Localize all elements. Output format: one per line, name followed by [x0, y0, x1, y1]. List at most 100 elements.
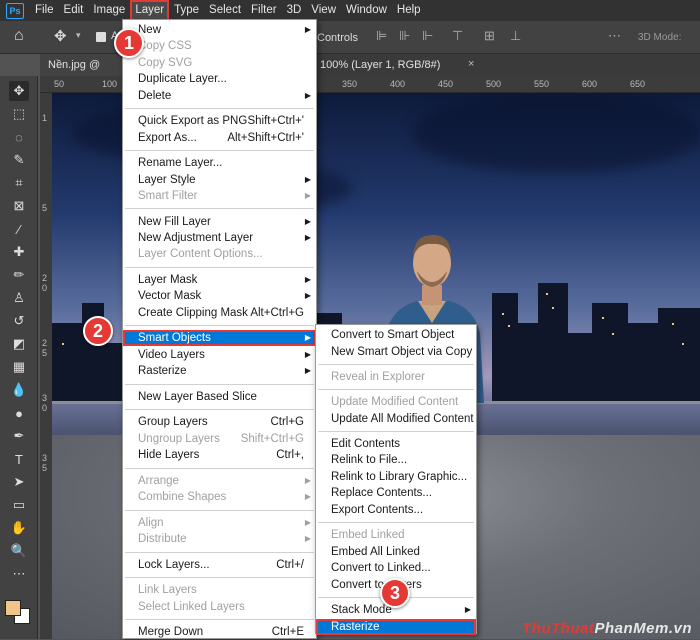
menu-item-export-as[interactable]: Export As... Alt+Shift+Ctrl+'	[123, 130, 316, 146]
brush-tool-icon[interactable]: ✏	[9, 265, 29, 285]
menu-item-label: Layer Style	[138, 173, 196, 186]
menu-item-rename-layer[interactable]: Rename Layer...	[123, 155, 316, 171]
menu-item-label: Copy SVG	[138, 56, 193, 69]
ruler-tick: 650	[630, 79, 646, 89]
menu-item-label: Link Layers	[138, 584, 197, 597]
menu-item-video-layers[interactable]: Video Layers ▶	[123, 347, 316, 363]
move-tool-icon[interactable]: ✥	[54, 27, 67, 45]
align-bottom-icon[interactable]: ⊥	[510, 28, 521, 44]
menu-item-label: Stack Mode	[331, 604, 392, 616]
menu-layer[interactable]: Layer	[130, 0, 170, 21]
menu-item-new-fill-layer[interactable]: New Fill Layer ▶	[123, 214, 316, 230]
healing-brush-tool-icon[interactable]: ✚	[9, 242, 29, 262]
menu-item-relink-to-file[interactable]: Relink to File...	[316, 452, 476, 468]
more-options-icon[interactable]: ⋯	[608, 28, 621, 44]
menu-item-new-smart-object-via-copy[interactable]: New Smart Object via Copy	[316, 344, 476, 360]
menu-item-label: Layer Mask	[138, 274, 198, 286]
blur-tool-icon[interactable]: 💧	[9, 380, 29, 400]
menu-edit[interactable]: Edit	[59, 0, 89, 21]
layer-dropdown-menu: New ▶ Copy CSS Copy SVG Duplicate Layer... De…	[122, 19, 317, 639]
menu-item-smart-objects[interactable]: Smart Objects ▶	[123, 330, 316, 347]
chevron-down-icon[interactable]: ▾	[76, 30, 81, 41]
shortcut-label: Ctrl+G	[270, 416, 304, 429]
menu-item-new-adjustment-layer[interactable]: New Adjustment Layer ▶	[123, 230, 316, 246]
menu-item-vector-mask[interactable]: Vector Mask ▶	[123, 288, 316, 304]
submenu-arrow-icon: ▶	[304, 475, 311, 485]
eyedropper-tool-icon[interactable]: ⁄	[9, 219, 29, 239]
menu-view[interactable]: View	[306, 0, 341, 21]
align-top-icon[interactable]: ⊤	[452, 28, 463, 44]
menu-item-export-contents[interactable]: Export Contents...	[316, 502, 476, 518]
menu-item-merge-down[interactable]: Merge Down Ctrl+E	[123, 624, 316, 640]
menu-select[interactable]: Select	[204, 0, 246, 21]
menu-file[interactable]: File	[30, 0, 59, 21]
rectangle-tool-icon[interactable]: ▭	[9, 495, 29, 515]
menu-item-convert-to-linked[interactable]: Convert to Linked...	[316, 560, 476, 576]
menu-item-create-clipping-mask[interactable]: Create Clipping Mask Alt+Ctrl+G	[123, 305, 316, 321]
submenu-arrow-icon: ▶	[304, 349, 311, 359]
menu-item-new-layer-based-slice[interactable]: New Layer Based Slice	[123, 389, 316, 405]
menu-separator	[125, 409, 314, 411]
shortcut-label: Ctrl+,	[276, 449, 304, 462]
auto-select-checkbox[interactable]	[96, 32, 106, 42]
quick-select-tool-icon[interactable]: ✎	[9, 150, 29, 170]
menu-item-duplicate-layer[interactable]: Duplicate Layer...	[123, 71, 316, 87]
move-tool-icon[interactable]: ✥	[9, 81, 29, 101]
clone-stamp-tool-icon[interactable]: ♙	[9, 288, 29, 308]
align-left-icon[interactable]: ⊫	[376, 28, 387, 44]
menu-item-embed-all-linked[interactable]: Embed All Linked	[316, 544, 476, 560]
ruler-tick: 5	[42, 348, 48, 358]
menu-item-convert-to-smart-object[interactable]: Convert to Smart Object	[316, 327, 476, 343]
menu-help[interactable]: Help	[392, 0, 426, 21]
align-center-icon[interactable]: ⊪	[399, 28, 410, 44]
photoshop-logo-icon[interactable]: Ps	[6, 2, 24, 19]
menu-item-delete[interactable]: Delete ▶	[123, 88, 316, 104]
menu-item-hide-layers[interactable]: Hide Layers Ctrl+,	[123, 447, 316, 463]
menu-item-layer-mask[interactable]: Layer Mask ▶	[123, 272, 316, 288]
pen-tool-icon[interactable]: ✒	[9, 426, 29, 446]
menu-item-relink-to-library-graphic[interactable]: Relink to Library Graphic...	[316, 469, 476, 485]
menu-item-update-all-modified-content[interactable]: Update All Modified Content	[316, 411, 476, 427]
more-tools-icon[interactable]: ⋯	[9, 564, 29, 584]
menu-item-new[interactable]: New ▶	[123, 22, 316, 38]
menu-item-rasterize[interactable]: Rasterize ▶	[123, 363, 316, 379]
cloud	[412, 93, 700, 173]
menu-item-lock-layers[interactable]: Lock Layers... Ctrl+/	[123, 557, 316, 573]
menu-item-layer-style[interactable]: Layer Style ▶	[123, 172, 316, 188]
menu-item-quick-export-as-png[interactable]: Quick Export as PNG Shift+Ctrl+'	[123, 113, 316, 129]
marquee-tool-icon[interactable]: ⬚	[9, 104, 29, 124]
path-select-tool-icon[interactable]: ➤	[9, 472, 29, 492]
menu-filter[interactable]: Filter	[246, 0, 282, 21]
dodge-tool-icon[interactable]: ●	[9, 403, 29, 423]
document-tab-nen[interactable]: Nền.jpg @ 100%	[40, 54, 122, 93]
frame-tool-icon[interactable]: ⊠	[9, 196, 29, 216]
menu-item-replace-contents[interactable]: Replace Contents...	[316, 485, 476, 501]
document-tab-layer1[interactable]: 100% (Layer 1, RGB/8#)	[312, 54, 462, 76]
zoom-tool-icon[interactable]: 🔍	[9, 541, 29, 561]
lasso-tool-icon[interactable]: ◌	[9, 127, 29, 147]
align-right-icon[interactable]: ⊩	[422, 28, 433, 44]
menu-type[interactable]: Type	[169, 0, 204, 21]
menu-item-label: Rasterize	[138, 365, 187, 378]
eraser-tool-icon[interactable]: ◩	[9, 334, 29, 354]
menu-item-group-layers[interactable]: Group Layers Ctrl+G	[123, 414, 316, 430]
home-icon[interactable]: ⌂	[14, 27, 24, 45]
menu-item-ungroup-layers: Ungroup Layers Shift+Ctrl+G	[123, 431, 316, 447]
close-tab-icon[interactable]: ×	[468, 58, 474, 70]
menu-item-rasterize[interactable]: Rasterize	[316, 618, 476, 635]
ruler-tick: 350	[342, 79, 358, 89]
type-tool-icon[interactable]: T	[9, 449, 29, 469]
foreground-color-swatch[interactable]	[5, 600, 21, 616]
menu-window[interactable]: Window	[341, 0, 392, 21]
menu-item-embed-linked: Embed Linked	[316, 527, 476, 543]
align-middle-icon[interactable]: ⊞	[484, 28, 495, 44]
menu-item-edit-contents[interactable]: Edit Contents	[316, 436, 476, 452]
menu-item-label: Hide Layers	[138, 449, 200, 462]
history-brush-tool-icon[interactable]: ↺	[9, 311, 29, 331]
ruler-tick: 450	[438, 79, 454, 89]
crop-tool-icon[interactable]: ⌗	[9, 173, 29, 193]
menu-3d[interactable]: 3D	[282, 0, 307, 21]
hand-tool-icon[interactable]: ✋	[9, 518, 29, 538]
menu-image[interactable]: Image	[88, 0, 130, 21]
gradient-tool-icon[interactable]: ▦	[9, 357, 29, 377]
